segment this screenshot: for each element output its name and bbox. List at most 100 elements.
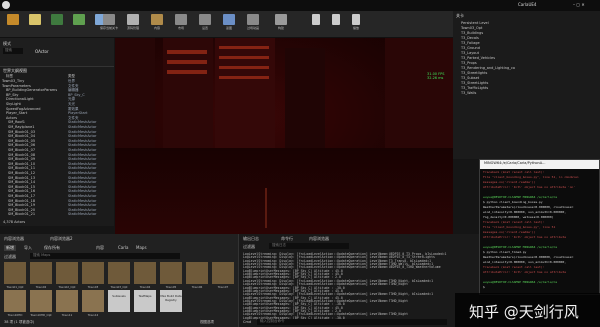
actor-type: StaticMeshActor	[68, 203, 97, 208]
actor-type: StaticMeshActor	[68, 194, 97, 198]
actor-type: StaticMeshActor	[68, 180, 97, 185]
actor-type: StaticMeshActor	[68, 184, 97, 189]
list-item[interactable]: T3_Decals	[461, 36, 479, 40]
search-maps-input[interactable]: 搜索 Maps	[30, 253, 180, 259]
marketplace-button[interactable]: 市场	[170, 14, 192, 35]
watermark-text: 知乎 @天剑行风	[469, 303, 579, 321]
actor-name: SM_Block01_08	[8, 152, 36, 157]
list-item[interactable]: T3_Walls	[461, 91, 476, 95]
folder-label: Max Build Data Registry	[160, 294, 182, 302]
source-control-button[interactable]: 源码管理	[122, 14, 144, 35]
actor-name: SM_Block01_05	[8, 138, 36, 143]
stop-icon	[332, 14, 340, 25]
actor-class-item[interactable]: OActor	[35, 49, 49, 54]
pause-icon	[312, 14, 320, 25]
window-controls[interactable]: – ▢ ✕	[573, 2, 585, 7]
map-asset-label: Town01_Opt	[6, 285, 24, 289]
level-viewport[interactable]: 31.00 FPS 32.26 ms	[115, 38, 453, 234]
map-asset-thumbnail[interactable]	[82, 290, 104, 312]
view-options-button[interactable]: 视图选项	[200, 320, 214, 325]
add-new-button[interactable]: 新增	[4, 245, 16, 251]
asset-count: 38 项 (1 项被选中)	[4, 320, 35, 324]
map-asset-thumbnail[interactable]	[108, 262, 130, 284]
mode-foliage-button[interactable]	[68, 14, 90, 35]
save-button[interactable]: 保存当前关卡	[98, 14, 120, 35]
map-asset-thumbnail[interactable]	[56, 290, 78, 312]
map-asset-thumbnail[interactable]	[212, 262, 234, 284]
save-all-button[interactable]: 保存所有	[44, 245, 60, 251]
terminal-line: wuyue@DESKTOP-CLSAM9P MINGW64 /e/Carla/C…	[483, 195, 558, 199]
list-item[interactable]: T3_Streetlights	[461, 71, 487, 75]
path-carla[interactable]: Carla	[118, 245, 128, 250]
terminal-line: $	[483, 285, 485, 289]
list-item[interactable]: Town03_Opt	[461, 26, 482, 30]
tab-content-browser[interactable]: 内容浏览器	[4, 236, 24, 242]
path-maps[interactable]: Maps	[136, 245, 147, 250]
modes-search-input[interactable]: 搜索	[3, 48, 23, 54]
terminal-line: wuyue@DESKTOP-CLSAM9P MINGW64 /e/Carla/C…	[483, 280, 558, 284]
actor-name: SM_Block01_11	[8, 166, 36, 171]
mode-place-button[interactable]	[2, 14, 24, 35]
cinematics-button[interactable]: 过场动画	[242, 14, 264, 35]
build-button[interactable]: 构建	[270, 14, 292, 35]
actor-type: StaticMeshActor	[68, 161, 97, 166]
map-asset-thumbnail[interactable]	[82, 262, 104, 284]
list-item[interactable]: T3_StreetLights	[461, 81, 488, 85]
list-item[interactable]: T3_Parked_Vehicles	[461, 56, 495, 60]
place-mode-icon	[7, 14, 19, 25]
table-row[interactable]: SM_Block01_21 StaticMeshActor	[2, 212, 96, 217]
pause-button[interactable]	[305, 14, 327, 35]
terminal-line: wind_intensity=0.000000, sun_azimuth=0.0…	[483, 260, 567, 264]
actor-name: Town03_Tiny	[2, 79, 25, 83]
actor-type: StaticMeshActor	[68, 175, 97, 180]
tab-content-browser-2[interactable]: 内容浏览器2	[50, 236, 73, 242]
tab-output-log[interactable]: 输出日志	[243, 236, 259, 242]
terminal-line: Traceback (most recent call last):	[483, 170, 545, 174]
map-asset-thumbnail[interactable]	[160, 262, 182, 284]
window-tab[interactable]: CarlaUE4	[518, 2, 536, 7]
actor-type: StaticMeshActor	[68, 207, 97, 212]
play-button[interactable]: 播放	[345, 14, 367, 35]
stop-button[interactable]	[325, 14, 347, 35]
actor-type: StaticMeshActor	[68, 171, 97, 175]
map-asset-label: Town12	[87, 313, 99, 317]
list-item[interactable]: T3_Ground	[461, 46, 480, 50]
log-filter-button[interactable]: 过滤器	[243, 244, 255, 250]
map-asset-label: Town04	[139, 285, 151, 289]
map-asset-thumbnail[interactable]	[30, 290, 52, 312]
map-asset-thumbnail[interactable]	[134, 262, 156, 284]
list-item[interactable]: T3_TrafficLights	[461, 86, 488, 90]
terminal-line: File "client_bounding_boxes.py", line 51	[483, 225, 556, 229]
map-asset-thumbnail[interactable]	[186, 262, 208, 284]
mode-paint-button[interactable]	[24, 14, 46, 35]
filter-button[interactable]: 过滤器	[4, 254, 16, 260]
levels-panel: 关卡 Persistent Level Town03_Opt T3_Building…	[453, 11, 600, 159]
mode-landscape-button[interactable]	[46, 14, 68, 35]
list-item[interactable]: T3_Props	[461, 61, 477, 65]
actor-type: StaticMeshActor	[68, 143, 97, 148]
list-item[interactable]: T3_Layout	[461, 51, 479, 55]
actor-type: StaticMeshActor	[68, 198, 97, 203]
tab-cmd[interactable]: 命令行	[281, 236, 293, 242]
map-asset-thumbnail[interactable]	[56, 262, 78, 284]
title-bar: CarlaUE4 – ▢ ✕	[0, 0, 600, 11]
map-asset-thumbnail[interactable]	[30, 262, 52, 284]
tab-content[interactable]: 内容浏览器	[309, 236, 329, 242]
import-button[interactable]: 导入	[24, 245, 32, 251]
map-asset-thumbnail[interactable]	[4, 262, 26, 284]
list-item[interactable]: T3_Buildings	[461, 31, 483, 35]
terminal-window[interactable]: MINGW64:/e/Carla/Carla/PythonA... Traceb…	[479, 159, 600, 295]
console-command-input[interactable]: 输入控制台命令	[257, 319, 447, 325]
content-button[interactable]: 内容	[146, 14, 168, 35]
path-content[interactable]: 内容	[96, 245, 104, 251]
map-asset-thumbnail[interactable]	[4, 290, 26, 312]
blueprints-button[interactable]: 蓝图	[218, 14, 240, 35]
list-item[interactable]: T3_Subset	[461, 76, 479, 80]
terminal-line: WeatherParameters(cloudiness=0.000000, c…	[483, 255, 574, 259]
log-search-input[interactable]: 搜索日志	[269, 243, 349, 249]
actor-name: SM_Block01_15	[8, 184, 36, 189]
list-item[interactable]: Persistent Level	[461, 21, 489, 25]
list-item[interactable]: T3_Rendering_and_Lighting_co	[461, 66, 515, 70]
settings-button[interactable]: 设置	[194, 14, 216, 35]
list-item[interactable]: T3_Foliage	[461, 41, 480, 45]
